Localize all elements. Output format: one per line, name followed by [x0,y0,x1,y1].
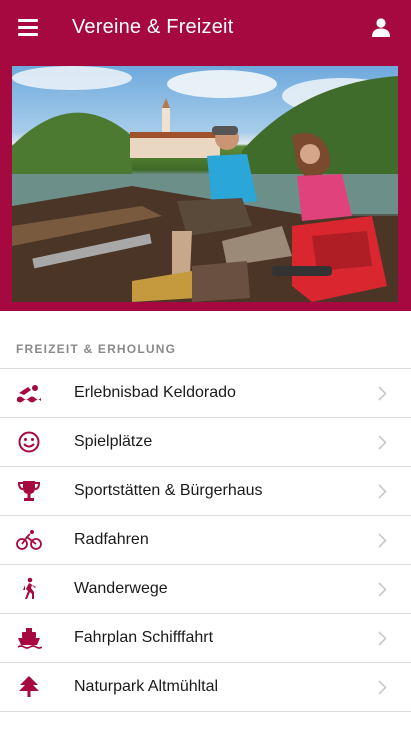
app-bar: Vereine & Freizeit [0,0,411,58]
list-item-label: Radfahren [74,531,149,548]
hero-photo [12,66,398,302]
hero-photo-illustration [12,66,398,302]
list-item-schifffahrt[interactable]: Fahrplan Schifffahrt [0,614,411,663]
hiking-icon [23,577,36,599]
list-item-erlebnisbad[interactable]: Erlebnisbad Keldorado [0,369,411,418]
list-item-label: Spielplätze [74,433,153,450]
hero-frame [0,58,411,311]
bicycle-icon [16,530,42,550]
list-item-label: Erlebnisbad Keldorado [74,384,236,401]
list-item-label: Sportstätten & Bürgerhaus [74,482,263,499]
chevron-right-icon [378,386,387,401]
chevron-right-icon [378,631,387,646]
chevron-right-icon [378,435,387,450]
chevron-right-icon [378,582,387,597]
list-item-sportstaetten[interactable]: Sportstätten & Bürgerhaus [0,467,411,516]
list-item-wanderwege[interactable]: Wanderwege [0,565,411,614]
list-item-naturpark[interactable]: Naturpark Altmühltal [0,663,411,712]
leisure-list: Erlebnisbad Keldorado Spielplätze Sports… [0,368,411,712]
section-header: FREIZEIT & ERHOLUNG [16,342,177,356]
list-item-spielplaetze[interactable]: Spielplätze [0,418,411,467]
user-account-icon[interactable] [371,17,391,37]
swimming-icon [17,385,41,403]
ship-icon [17,628,42,649]
list-item-label: Fahrplan Schifffahrt [74,629,214,646]
hamburger-menu-icon[interactable] [18,19,38,37]
chevron-right-icon [378,533,387,548]
list-item-label: Naturpark Altmühltal [74,678,219,695]
smiley-icon [18,431,40,453]
list-item-radfahren[interactable]: Radfahren [0,516,411,565]
chevron-right-icon [378,680,387,695]
page-title: Vereine & Freizeit [72,16,234,38]
chevron-right-icon [378,484,387,499]
trophy-icon [17,481,41,501]
list-item-label: Wanderwege [74,580,168,597]
tree-icon [19,676,39,697]
